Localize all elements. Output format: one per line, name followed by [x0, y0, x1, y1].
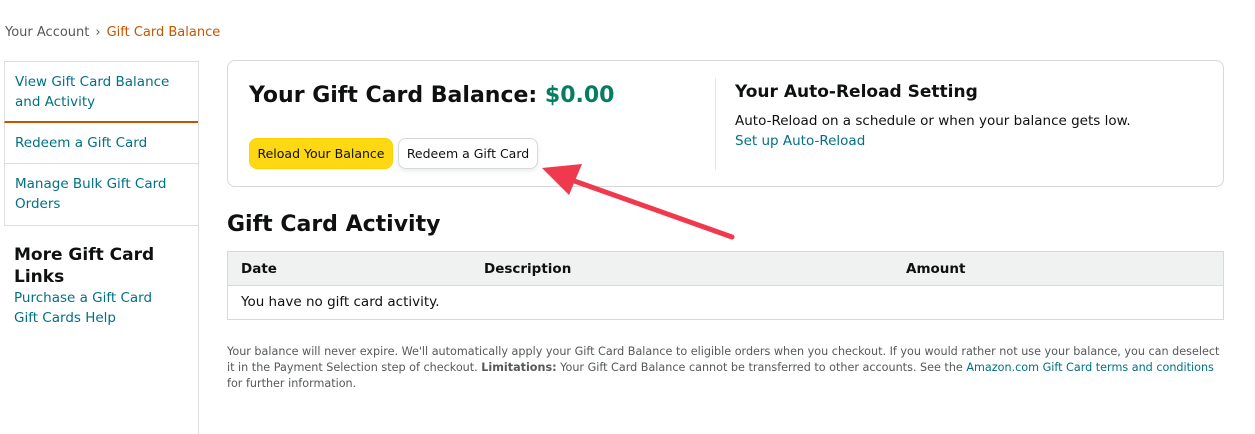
balance-amount: $0.00 [544, 83, 615, 108]
limitations-label: Limitations: [481, 361, 557, 374]
balance-label: Your Gift Card Balance: [249, 83, 538, 108]
purchase-gift-card-link[interactable]: Purchase a Gift Card [14, 288, 198, 308]
table-header: Date Description Amount [228, 252, 1223, 286]
balance-heading: Your Gift Card Balance: $0.00 [249, 83, 614, 108]
breadcrumb-separator: › [95, 25, 101, 40]
auto-reload-title: Your Auto-Reload Setting [735, 82, 978, 102]
column-header-date: Date [241, 261, 277, 277]
empty-activity-message: You have no gift card activity. [241, 294, 440, 310]
reload-balance-button[interactable]: Reload Your Balance [249, 138, 393, 169]
vertical-divider [715, 78, 716, 170]
breadcrumb-your-account[interactable]: Your Account [5, 25, 89, 40]
balance-footnote: Your balance will never expire. We'll au… [227, 344, 1222, 392]
terms-conditions-link[interactable]: Amazon.com Gift Card terms and condition… [966, 361, 1214, 374]
footnote-text-2: Your Gift Card Balance cannot be transfe… [556, 361, 967, 374]
gift-cards-help-link[interactable]: Gift Cards Help [14, 308, 198, 328]
sidebar: View Gift Card Balance and Activity Rede… [4, 61, 199, 434]
balance-box: Your Gift Card Balance: $0.00 Reload You… [227, 60, 1224, 187]
more-links-title: More Gift Card Links [14, 245, 155, 287]
activity-table: Date Description Amount You have no gift… [227, 251, 1224, 320]
sidebar-item-bulk-orders[interactable]: Manage Bulk Gift Card Orders [4, 164, 198, 226]
breadcrumb: Your Account › Gift Card Balance [5, 25, 220, 40]
sidebar-item-redeem[interactable]: Redeem a Gift Card [4, 123, 198, 164]
column-header-description: Description [484, 261, 572, 277]
sidebar-item-view-balance[interactable]: View Gift Card Balance and Activity [4, 61, 198, 123]
auto-reload-description: Auto-Reload on a schedule or when your b… [735, 113, 1131, 129]
setup-auto-reload-link[interactable]: Set up Auto-Reload [735, 133, 865, 149]
more-links-section: More Gift Card Links Purchase a Gift Car… [4, 226, 198, 328]
footnote-text-3: for further information. [227, 377, 357, 390]
column-header-amount: Amount [906, 261, 966, 277]
breadcrumb-current: Gift Card Balance [106, 25, 221, 40]
redeem-gift-card-button[interactable]: Redeem a Gift Card [398, 138, 538, 169]
activity-title: Gift Card Activity [227, 212, 441, 237]
